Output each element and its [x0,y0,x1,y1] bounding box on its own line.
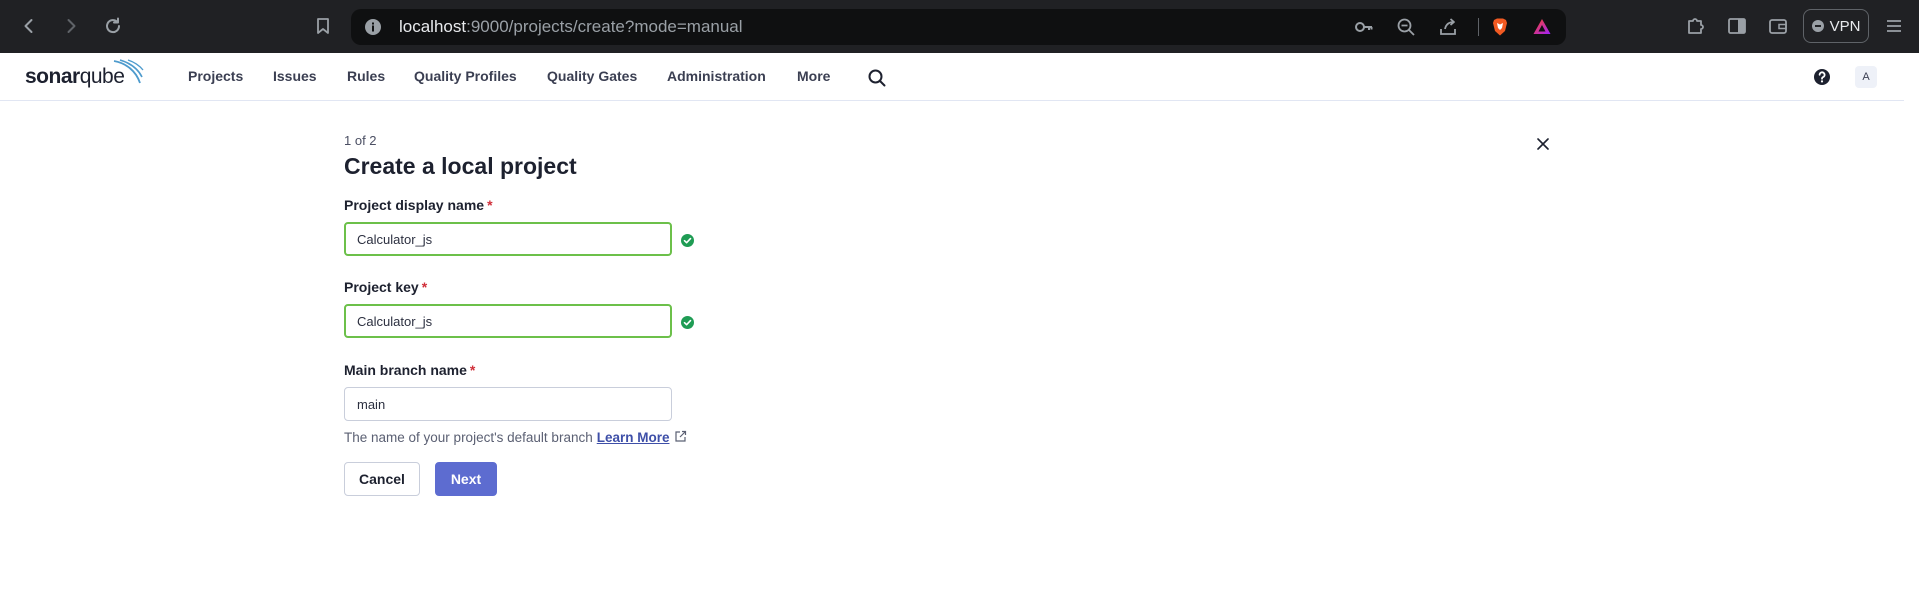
search-icon[interactable] [867,68,887,88]
sonarqube-waves-icon [113,59,144,84]
project-key-label: Project key * [344,279,428,295]
bookmark-icon [317,18,329,34]
bookmark-button[interactable] [309,12,337,40]
brave-shields-icon[interactable] [1490,17,1510,37]
required-marker: * [469,362,476,378]
cancel-button[interactable]: Cancel [344,462,420,496]
share-icon[interactable] [1438,17,1458,37]
nav-rules[interactable]: Rules [347,68,385,84]
brave-rewards-icon[interactable] [1532,17,1552,37]
browser-menu-button[interactable] [1882,14,1906,38]
browser-toolbar: localhost:9000/projects/create?mode=manu… [0,0,1919,53]
key-icon[interactable] [1354,17,1374,37]
branch-name-label: Main branch name * [344,362,476,378]
valid-check-icon [681,316,694,329]
nav-administration[interactable]: Administration [667,68,766,84]
learn-more-link[interactable]: Learn More [597,430,687,445]
branch-help-text: The name of your project's default branc… [344,430,687,445]
page-title: Create a local project [344,153,577,179]
vpn-button[interactable]: VPN [1803,9,1869,43]
extensions-button[interactable] [1684,14,1708,38]
nav-quality-profiles[interactable]: Quality Profiles [414,68,517,84]
external-link-icon [674,430,686,442]
nav-quality-gates[interactable]: Quality Gates [547,68,637,84]
forward-button[interactable] [57,12,85,40]
url-path: :9000/projects/create?mode=manual [466,17,743,36]
required-marker: * [421,279,428,295]
hamburger-icon [1887,20,1901,32]
forward-arrow-icon [67,19,76,33]
reload-icon [106,17,121,34]
scrollbar[interactable] [1904,53,1919,608]
step-indicator: 1 of 2 [344,133,377,148]
nav-projects[interactable]: Projects [188,68,243,84]
next-button[interactable]: Next [435,462,497,496]
nav-issues[interactable]: Issues [273,68,317,84]
back-button[interactable] [15,12,43,40]
sidebar-toggle-button[interactable] [1725,14,1749,38]
vpn-label: VPN [1829,17,1861,35]
url-host: localhost [399,17,467,36]
reload-button[interactable] [99,12,127,40]
puzzle-icon [1688,18,1704,34]
display-name-label: Project display name * [344,197,493,213]
sidebar-icon [1728,18,1746,34]
close-icon [1537,138,1549,150]
back-arrow-icon [24,19,33,33]
help-icon[interactable] [1812,67,1832,87]
sonarqube-logo[interactable]: sonarqube [25,65,125,89]
valid-check-icon [681,234,694,247]
display-name-input[interactable] [344,222,672,256]
nav-more[interactable]: More [797,68,830,84]
project-key-input[interactable] [344,304,672,338]
wallet-button[interactable] [1766,14,1790,38]
wallet-icon [1769,19,1787,34]
zoom-out-icon[interactable] [1396,17,1416,37]
url-text[interactable]: localhost:9000/projects/create?mode=manu… [399,17,743,37]
avatar[interactable]: A [1855,66,1877,88]
site-info-icon[interactable] [363,17,383,37]
address-divider [1478,18,1479,36]
sonarqube-navbar: sonarqube Projects Issues Rules Quality … [0,53,1904,101]
branch-name-input[interactable] [344,387,672,421]
address-bar[interactable]: localhost:9000/projects/create?mode=manu… [351,9,1566,45]
required-marker: * [487,197,493,213]
vpn-status-icon [1811,20,1824,32]
close-button[interactable] [1533,134,1553,154]
